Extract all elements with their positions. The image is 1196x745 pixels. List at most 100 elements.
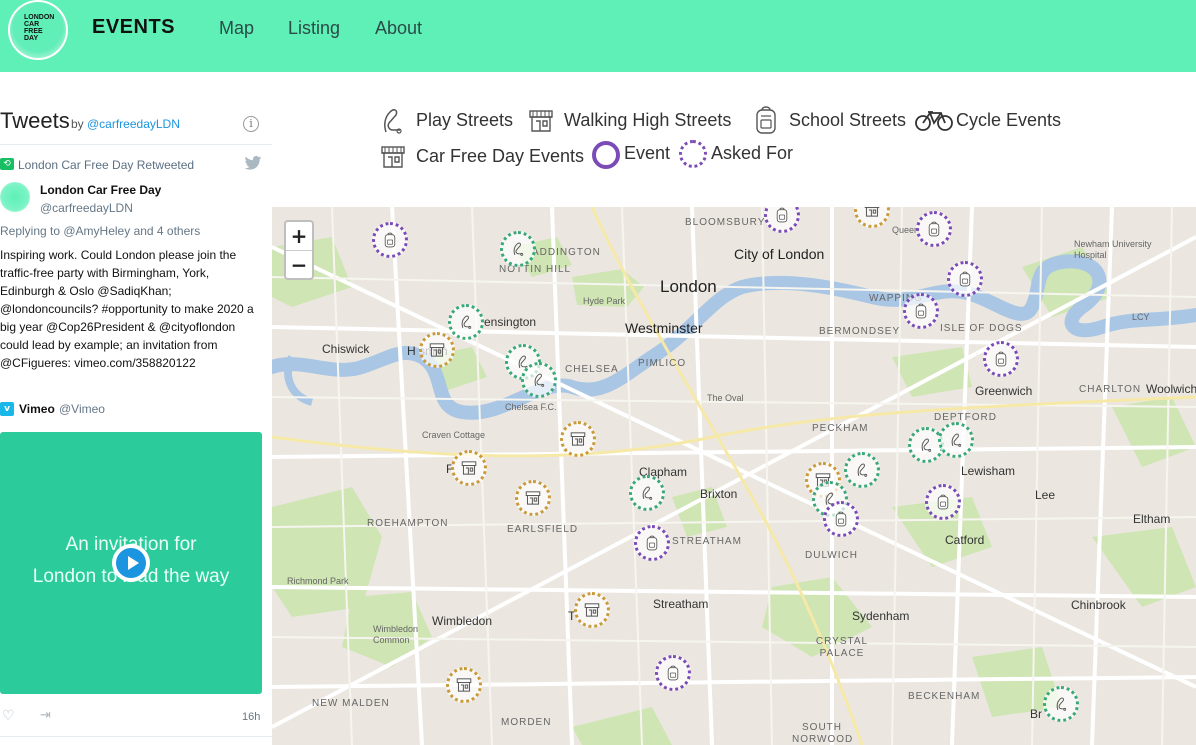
- author-avatar[interactable]: [0, 182, 30, 212]
- play-street-marker[interactable]: [844, 452, 880, 488]
- brand-title[interactable]: EVENTS: [92, 16, 175, 39]
- backpack-icon: [928, 221, 940, 237]
- tweet-actions: ♡ ⇥ 16h: [0, 706, 272, 726]
- legend-event: Event: [624, 143, 671, 163]
- reply-to[interactable]: Replying to @AmyHeley and 4 others: [0, 224, 200, 238]
- play-street-icon: [951, 433, 962, 447]
- tweet-line[interactable]: @londoncouncils? #opportunity to make 20…: [0, 300, 270, 318]
- walking-high-street-marker[interactable]: [560, 421, 596, 457]
- asked-for-dotted-circle-icon: [679, 140, 707, 168]
- twitter-bird-icon[interactable]: [244, 156, 262, 170]
- tweet-time[interactable]: 16h: [242, 711, 260, 723]
- tweet-text: Inspiring work. Could London please join…: [0, 246, 270, 372]
- share-icon[interactable]: ⇥: [40, 708, 51, 723]
- legend-school-streets: School Streets: [789, 110, 907, 130]
- play-street-marker[interactable]: [521, 362, 557, 398]
- school-street-marker[interactable]: [903, 293, 939, 329]
- tweets-handle-link[interactable]: @carfreedayLDN: [87, 117, 180, 131]
- school-street-marker[interactable]: [916, 211, 952, 247]
- play-street-marker[interactable]: [1043, 686, 1079, 722]
- tweet-line: traffic-free party with Birmingham, York…: [0, 266, 210, 280]
- tweets-title: Tweets: [0, 108, 70, 133]
- tweet-line: could lead by example; an invitation fro…: [0, 338, 218, 352]
- backpack-icon: [835, 511, 847, 527]
- school-street-marker[interactable]: [372, 222, 408, 258]
- backpack-icon: [776, 207, 788, 223]
- walking-high-street-marker[interactable]: [574, 592, 610, 628]
- play-street-marker[interactable]: [500, 231, 536, 267]
- backpack-icon: [756, 106, 776, 134]
- divider: [0, 144, 272, 145]
- backpack-icon: [646, 535, 658, 551]
- nav-about[interactable]: About: [375, 18, 422, 39]
- walking-high-street-marker[interactable]: [451, 450, 487, 486]
- tweet-line[interactable]: big year @Cop26President & @cityoflondon: [0, 318, 270, 336]
- author-handle[interactable]: @carfreedayLDN: [40, 201, 133, 215]
- play-street-icon: [534, 373, 545, 387]
- logo-text: LONDON CAR FREE DAY: [24, 14, 55, 42]
- tweet-line[interactable]: @CFigueres: vimeo.com/358820122: [0, 354, 270, 372]
- vimeo-handle[interactable]: @Vimeo: [59, 402, 105, 416]
- backpack-icon: [937, 494, 949, 510]
- map-canvas[interactable]: London Westminster City of London BLOOMS…: [272, 207, 1196, 745]
- walking-high-street-marker[interactable]: [515, 480, 551, 516]
- shop-icon: [456, 678, 472, 692]
- tweet-line[interactable]: Edinburgh & Oslo @SadiqKhan;: [0, 282, 270, 300]
- author-name[interactable]: London Car Free Day: [40, 183, 161, 197]
- shop-icon: [429, 343, 445, 357]
- play-street-icon: [461, 315, 472, 329]
- divider: [0, 736, 272, 737]
- retweeted-label[interactable]: London Car Free Day Retweeted: [18, 158, 194, 172]
- walking-high-street-marker[interactable]: [446, 667, 482, 703]
- map-legend: Play Streets Walking High Streets School…: [378, 100, 1178, 180]
- shop-icon: [461, 461, 477, 475]
- shop-icon: [584, 603, 600, 617]
- legend-walking-high-streets: Walking High Streets: [564, 110, 732, 130]
- legend-car-free-day-events: Car Free Day Events: [416, 146, 585, 166]
- tweet-line: Inspiring work. Could London please join…: [0, 248, 237, 262]
- shop-icon: [525, 491, 541, 505]
- play-street-icon: [642, 486, 653, 500]
- play-icon[interactable]: [112, 544, 150, 582]
- school-street-marker[interactable]: [947, 261, 983, 297]
- twitter-timeline: Tweets by @carfreedayLDN i ⟲ London Car …: [0, 100, 272, 745]
- event-solid-circle-icon: [592, 141, 620, 169]
- legend-cycle-events: Cycle Events: [956, 110, 1062, 130]
- backpack-icon: [915, 303, 927, 319]
- play-street-marker[interactable]: [938, 422, 974, 458]
- legend-asked-for: Asked For: [711, 143, 794, 163]
- vimeo-icon: v: [0, 402, 14, 416]
- zoom-in-button[interactable]: +: [286, 222, 312, 250]
- backpack-icon: [995, 351, 1007, 367]
- play-street-icon: [857, 463, 868, 477]
- school-street-marker[interactable]: [925, 484, 961, 520]
- zoom-out-button[interactable]: −: [286, 251, 312, 279]
- play-street-marker[interactable]: [448, 304, 484, 340]
- school-street-marker[interactable]: [823, 501, 859, 537]
- zoom-control: + −: [284, 220, 314, 280]
- school-street-marker[interactable]: [634, 525, 670, 561]
- backpack-icon: [667, 665, 679, 681]
- play-street-icon: [513, 242, 524, 256]
- shop-icon: [381, 146, 405, 168]
- play-street-icon: [384, 109, 402, 134]
- tweets-by: by: [71, 117, 84, 131]
- legend-play-streets: Play Streets: [416, 110, 514, 130]
- bicycle-icon: [915, 111, 953, 131]
- logo[interactable]: LONDON CAR FREE DAY: [8, 0, 68, 60]
- nav-map[interactable]: Map: [219, 18, 254, 39]
- heart-icon[interactable]: ♡: [2, 708, 15, 724]
- info-icon[interactable]: i: [243, 116, 259, 132]
- school-street-marker[interactable]: [655, 655, 691, 691]
- play-street-icon: [1056, 697, 1067, 711]
- video-card[interactable]: An invitation for London to lead the way: [0, 432, 262, 694]
- retweet-icon: ⟲: [0, 158, 14, 170]
- vimeo-name[interactable]: Vimeo: [19, 402, 55, 416]
- shop-icon: [864, 207, 880, 217]
- shop-icon: [529, 110, 553, 132]
- school-street-marker[interactable]: [983, 341, 1019, 377]
- backpack-icon: [384, 232, 396, 248]
- play-street-marker[interactable]: [629, 475, 665, 511]
- nav-listing[interactable]: Listing: [288, 18, 340, 39]
- walking-high-street-marker[interactable]: [419, 332, 455, 368]
